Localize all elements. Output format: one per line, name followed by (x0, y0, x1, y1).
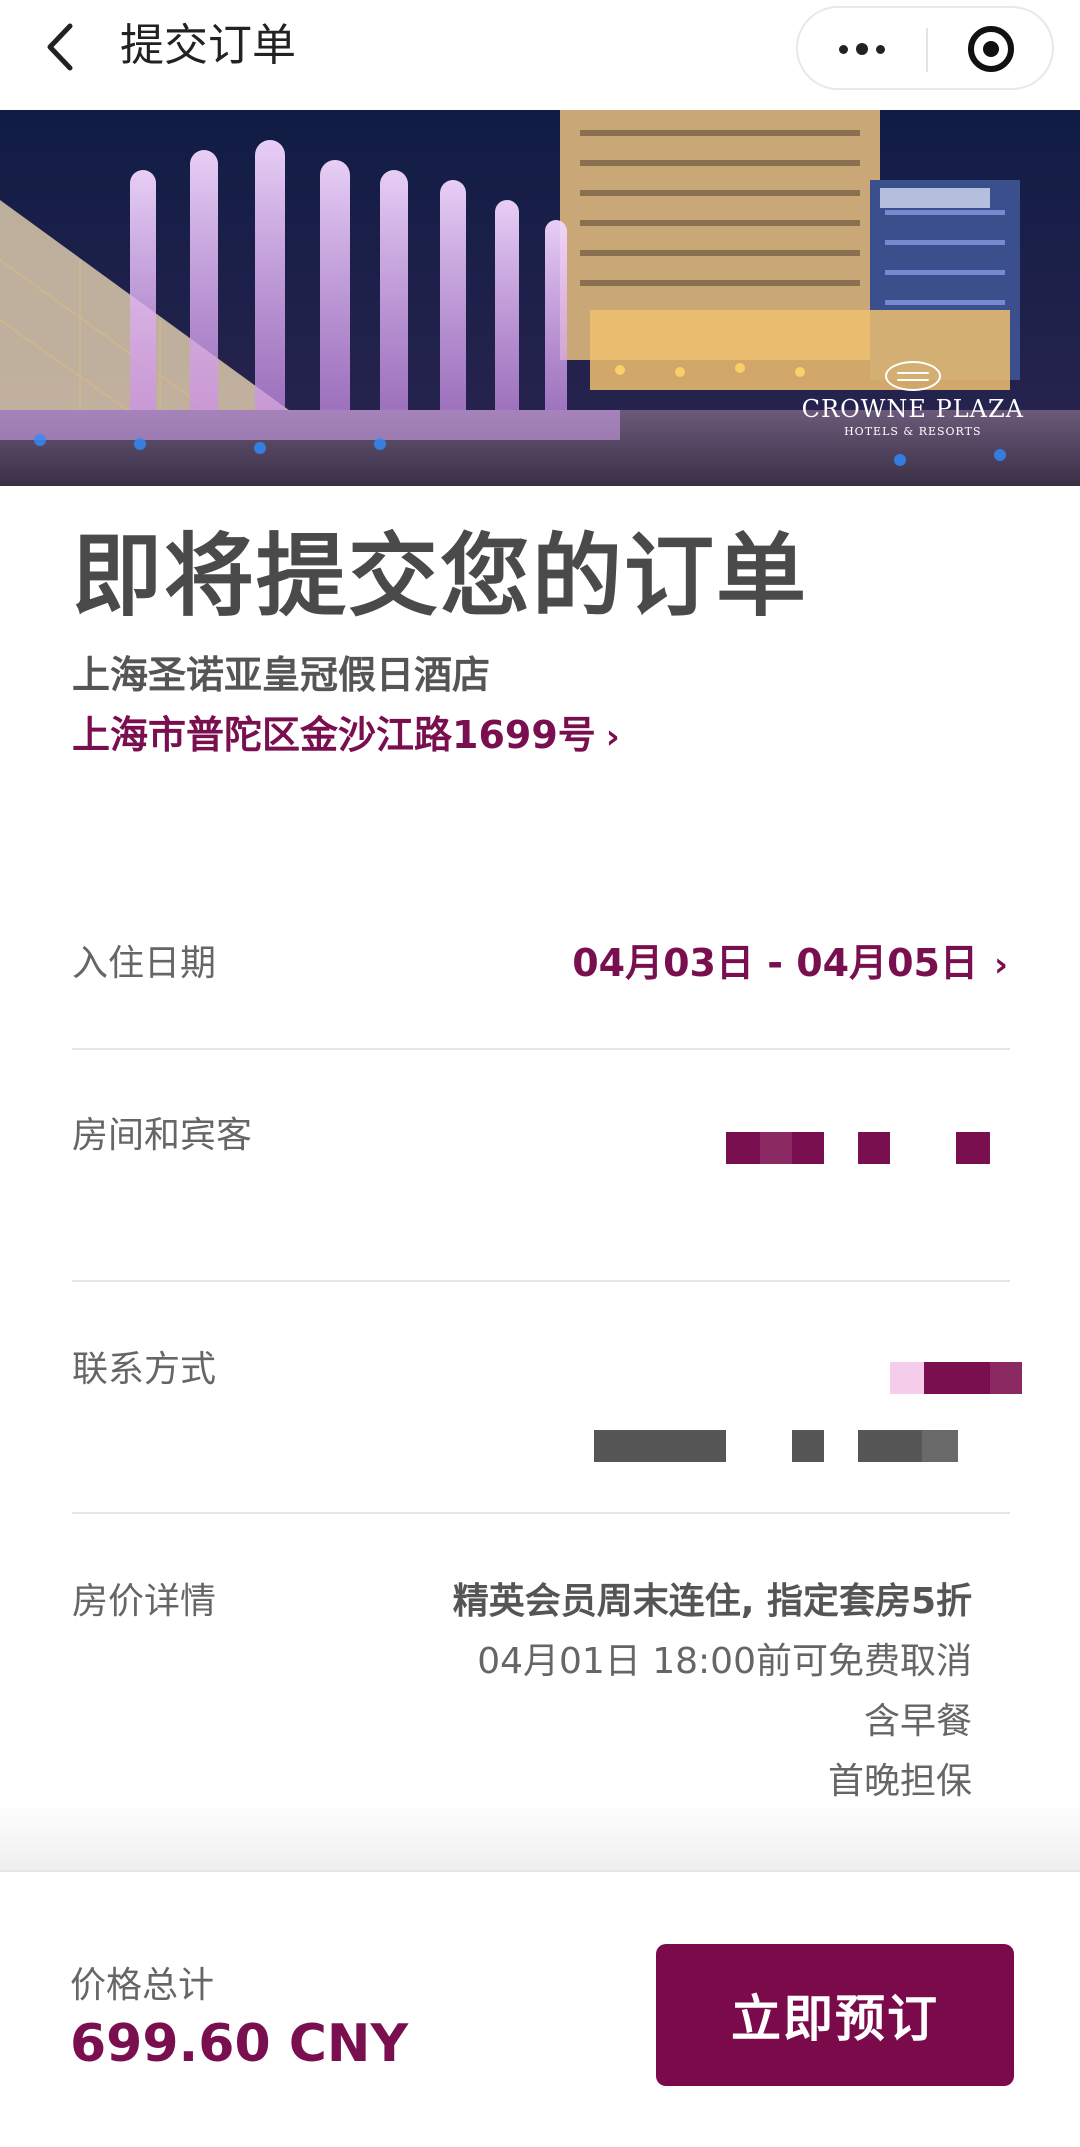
brand-subtitle: HOTELS & RESORTS (844, 425, 982, 438)
hotel-address-link[interactable]: 上海市普陀区金沙江路1699号 › (72, 710, 620, 762)
contact-phone-redacted[interactable] (594, 1430, 958, 1462)
chevron-left-icon (47, 23, 73, 71)
close-button[interactable] (928, 8, 1054, 90)
top-navbar: 提交订单 (0, 0, 1080, 110)
row-divider (72, 1280, 1010, 1282)
chevron-right-icon: › (605, 717, 620, 757)
scroll-fade (0, 1800, 1080, 1870)
checkin-date-value: 04月03日 - 04月05日 (572, 941, 978, 985)
brand-logo: CROWNE PLAZA HOTELS & RESORTS (802, 361, 1024, 438)
contact-label: 联系方式 (72, 1349, 217, 1390)
total-price-label: 价格总计 (70, 1965, 215, 2006)
hotel-address-text: 上海市普陀区金沙江路1699号 (72, 713, 596, 757)
hotel-name: 上海圣诺亚皇冠假日酒店 (72, 653, 491, 697)
contact-name-redacted[interactable] (890, 1362, 1022, 1394)
crowne-plaza-logo-icon (884, 361, 941, 391)
checkin-label: 入住日期 (72, 943, 217, 984)
checkin-date-picker[interactable]: 04月03日 - 04月05日 › (572, 938, 1008, 990)
total-price-value: 699.60 CNY (70, 2014, 409, 2074)
mini-program-capsule (796, 6, 1054, 90)
row-divider (72, 1512, 1010, 1514)
more-button[interactable] (798, 8, 926, 90)
price-details-block: 精英会员周末连住, 指定套房5折 04月01日 18:00前可免费取消 含早餐 … (453, 1572, 972, 1812)
hotel-hero-image: CROWNE PLAZA HOTELS & RESORTS (0, 110, 1080, 486)
price-details-label: 房价详情 (72, 1581, 217, 1622)
rate-offer: 精英会员周末连住, 指定套房5折 (452, 1581, 972, 1622)
cancellation-policy: 04月01日 18:00前可免费取消 (477, 1641, 972, 1682)
more-dots-icon (839, 44, 848, 54)
page-title: 即将提交您的订单 (72, 524, 808, 629)
brand-name: CROWNE PLAZA (801, 395, 1024, 423)
back-button[interactable] (36, 22, 86, 72)
breakfast-info: 含早餐 (863, 1701, 972, 1742)
row-divider (72, 1048, 1010, 1050)
rooms-guests-redacted[interactable] (726, 1132, 990, 1164)
navbar-title: 提交订单 (120, 20, 296, 71)
bottom-action-bar: 价格总计 699.60 CNY 立即预订 (0, 1870, 1080, 2147)
record-circle-icon (968, 26, 1014, 72)
chevron-right-icon: › (993, 945, 1008, 985)
rooms-guests-label: 房间和宾客 (72, 1115, 253, 1156)
book-now-button[interactable]: 立即预订 (656, 1944, 1014, 2086)
